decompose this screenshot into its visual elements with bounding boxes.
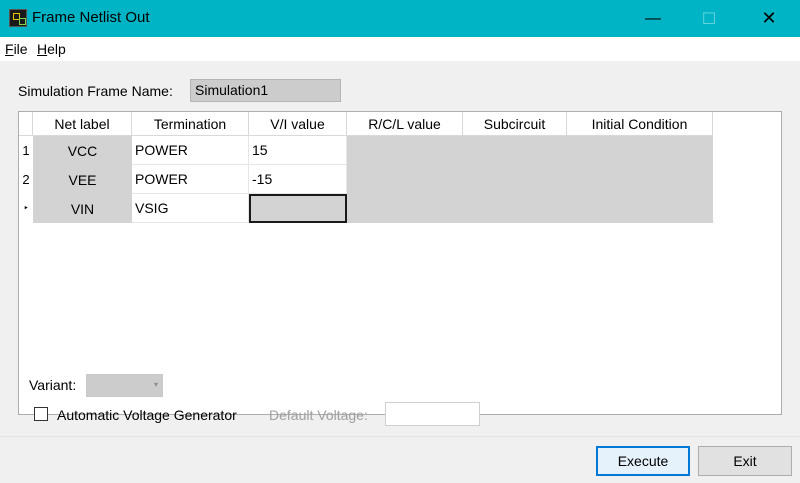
initial-condition-cell[interactable] xyxy=(567,194,713,223)
initial-condition-cell[interactable] xyxy=(567,136,713,165)
row-header[interactable]: 1 xyxy=(19,136,33,165)
termination-cell[interactable]: VSIG xyxy=(132,194,249,223)
row-header[interactable]: 2 xyxy=(19,165,33,194)
subcircuit-cell[interactable] xyxy=(463,194,567,223)
maximize-button[interactable]: ☐ xyxy=(686,0,732,37)
frame-name-field[interactable]: Simulation1 xyxy=(190,79,341,102)
execute-button[interactable]: Execute xyxy=(596,446,690,476)
netlist-grid: Net label Termination V/I value R/C/L va… xyxy=(18,111,782,415)
initial-condition-cell[interactable] xyxy=(567,165,713,194)
menu-file[interactable]: File xyxy=(5,41,28,57)
frame-name-label: Simulation Frame Name: xyxy=(18,83,173,99)
termination-cell[interactable]: POWER xyxy=(132,165,249,194)
default-voltage-label: Default Voltage: xyxy=(269,407,368,423)
rcl-value-cell[interactable] xyxy=(347,194,463,223)
divider xyxy=(0,436,800,437)
vi-value-cell-selected[interactable] xyxy=(249,194,347,223)
title-bar: Frame Netlist Out — ☐ ✕ xyxy=(0,0,800,37)
subcircuit-cell[interactable] xyxy=(463,136,567,165)
menu-bar: File Help xyxy=(0,37,800,61)
auto-voltage-checkbox[interactable] xyxy=(34,407,48,421)
minimize-button[interactable]: — xyxy=(630,0,676,37)
rcl-value-cell[interactable] xyxy=(347,165,463,194)
vi-value-cell[interactable]: -15 xyxy=(249,165,347,194)
exit-button[interactable]: Exit xyxy=(698,446,792,476)
app-icon xyxy=(9,9,27,27)
vi-value-cell[interactable]: 15 xyxy=(249,136,347,165)
subcircuit-cell[interactable] xyxy=(463,165,567,194)
rcl-value-cell[interactable] xyxy=(347,136,463,165)
close-button[interactable]: ✕ xyxy=(746,0,792,37)
column-header-vi-value[interactable]: V/I value xyxy=(249,112,347,136)
net-label-cell[interactable]: VEE xyxy=(33,165,132,194)
dialog-content: Simulation Frame Name: Simulation1 Net l… xyxy=(0,61,800,483)
default-voltage-input[interactable] xyxy=(385,402,480,426)
grid-corner xyxy=(19,112,33,136)
column-header-subcircuit[interactable]: Subcircuit xyxy=(463,112,567,136)
net-label-cell[interactable]: VCC xyxy=(33,136,132,165)
column-header-initial-condition[interactable]: Initial Condition xyxy=(567,112,713,136)
variant-label: Variant: xyxy=(29,377,77,393)
termination-cell[interactable]: POWER xyxy=(132,136,249,165)
variant-dropdown[interactable]: ▾ xyxy=(86,374,163,397)
net-label-cell[interactable]: VIN xyxy=(33,194,132,223)
auto-voltage-label[interactable]: Automatic Voltage Generator xyxy=(57,407,237,423)
column-header-rcl-value[interactable]: R/C/L value xyxy=(347,112,463,136)
column-header-termination[interactable]: Termination xyxy=(132,112,249,136)
chevron-down-icon: ▾ xyxy=(153,380,158,389)
column-header-net-label[interactable]: Net label xyxy=(33,112,132,136)
window-title: Frame Netlist Out xyxy=(32,9,150,26)
menu-help[interactable]: Help xyxy=(37,41,66,57)
current-row-indicator-icon[interactable]: ‣ xyxy=(19,194,33,223)
